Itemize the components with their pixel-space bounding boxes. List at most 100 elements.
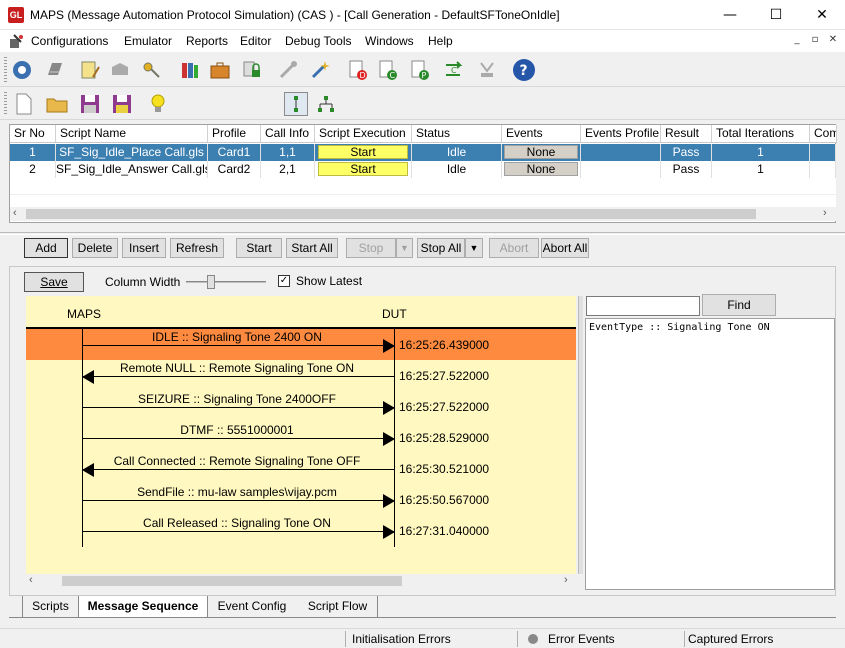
close-button[interactable]: ✕ bbox=[799, 0, 845, 30]
config-gear-icon[interactable] bbox=[10, 58, 34, 82]
mdi-minimize-button[interactable]: _ bbox=[788, 33, 806, 48]
mdi-close-button[interactable]: ✕ bbox=[824, 33, 842, 48]
event-label[interactable]: Call Connected :: Remote Signaling Tone … bbox=[82, 454, 392, 468]
vertical-layout-icon[interactable] bbox=[284, 92, 308, 116]
sequence-vertical-scrollbar[interactable] bbox=[578, 296, 583, 574]
grid-horizontal-scrollbar[interactable]: ‹ › bbox=[10, 207, 836, 221]
wand-icon[interactable] bbox=[308, 58, 332, 82]
status-error-events[interactable]: Error Events bbox=[548, 632, 615, 646]
tab-event-config[interactable]: Event Config bbox=[210, 596, 294, 618]
help-icon[interactable]: ? bbox=[512, 58, 536, 82]
lightbulb-icon[interactable] bbox=[146, 92, 170, 116]
stop-dropdown-icon[interactable]: ▼ bbox=[396, 238, 413, 258]
save-as-icon[interactable] bbox=[110, 92, 134, 116]
tab-message-sequence[interactable]: Message Sequence bbox=[78, 596, 208, 618]
p-document-icon[interactable]: P bbox=[408, 58, 432, 82]
save-disk-icon[interactable] bbox=[78, 92, 102, 116]
event-label[interactable]: SEIZURE :: Signaling Tone 2400OFF bbox=[82, 392, 392, 406]
scroll-right-icon[interactable]: › bbox=[823, 207, 827, 219]
column-header-total-iterations[interactable]: Total Iterations bbox=[712, 125, 810, 143]
add-button[interactable]: Add bbox=[24, 238, 68, 258]
tab-script-flow[interactable]: Script Flow bbox=[298, 596, 378, 618]
menu-editor[interactable]: Editor bbox=[240, 34, 271, 48]
column-header-script-execution[interactable]: Script Execution bbox=[315, 125, 412, 143]
app-menu-icon[interactable] bbox=[8, 33, 24, 49]
key-icon[interactable] bbox=[140, 58, 164, 82]
sequence-horizontal-scrollbar[interactable]: ‹ › bbox=[26, 574, 582, 588]
abort-all-button[interactable]: Abort All bbox=[541, 238, 589, 258]
probe-icon[interactable] bbox=[276, 58, 300, 82]
event-label[interactable]: IDLE :: Signaling Tone 2400 ON bbox=[82, 330, 392, 344]
delete-button[interactable]: Delete bbox=[72, 238, 118, 258]
column-header-events[interactable]: Events bbox=[502, 125, 581, 143]
briefcase-icon[interactable] bbox=[208, 58, 232, 82]
event-label[interactable]: Remote NULL :: Remote Signaling Tone ON bbox=[82, 361, 392, 375]
books-icon[interactable] bbox=[178, 58, 202, 82]
refresh-button[interactable]: Refresh bbox=[170, 238, 224, 258]
event-timestamp: 16:25:26.439000 bbox=[399, 338, 490, 352]
minimize-button[interactable]: — bbox=[707, 0, 753, 30]
notebook-icon[interactable] bbox=[43, 58, 67, 82]
call-connect-icon[interactable]: C bbox=[442, 58, 466, 82]
event-timestamp: 16:27:31.040000 bbox=[399, 524, 490, 538]
disconnect-icon[interactable] bbox=[475, 58, 499, 82]
message-icon[interactable] bbox=[108, 58, 132, 82]
start-script-button[interactable]: Start bbox=[318, 162, 408, 176]
column-header-comp[interactable]: Comp bbox=[810, 125, 837, 143]
column-header-events-profile[interactable]: Events Profile bbox=[581, 125, 661, 143]
menu-configurations[interactable]: Configurations bbox=[31, 34, 108, 48]
splitter[interactable] bbox=[0, 232, 845, 235]
tab-scripts[interactable]: Scripts bbox=[22, 596, 78, 618]
start-button[interactable]: Start bbox=[236, 238, 282, 258]
menu-emulator[interactable]: Emulator bbox=[124, 34, 172, 48]
scroll-thumb[interactable] bbox=[26, 209, 756, 219]
maximize-button[interactable]: ☐ bbox=[753, 0, 799, 30]
c-document-icon[interactable]: C bbox=[376, 58, 400, 82]
events-none-button[interactable]: None bbox=[504, 145, 578, 159]
cell-events-profile bbox=[581, 144, 661, 161]
mdi-restore-button[interactable]: ▫ bbox=[806, 33, 824, 48]
column-header-profile[interactable]: Profile bbox=[208, 125, 261, 143]
open-folder-icon[interactable] bbox=[46, 92, 70, 116]
stop-all-button[interactable]: Stop All bbox=[417, 238, 465, 258]
column-header-srno[interactable]: Sr No bbox=[10, 125, 56, 143]
status-captured-errors[interactable]: Captured Errors bbox=[688, 632, 773, 646]
column-header-status[interactable]: Status bbox=[412, 125, 502, 143]
lock-icon[interactable] bbox=[240, 58, 264, 82]
stop-button[interactable]: Stop bbox=[346, 238, 396, 258]
new-file-icon[interactable] bbox=[12, 92, 36, 116]
find-input[interactable] bbox=[586, 296, 700, 316]
tree-layout-icon[interactable] bbox=[314, 92, 338, 116]
scroll-thumb[interactable] bbox=[62, 576, 402, 586]
show-latest-checkbox[interactable]: ✓ bbox=[278, 275, 290, 287]
cell-total-iterations: 1 bbox=[712, 161, 810, 178]
scroll-left-icon[interactable]: ‹ bbox=[13, 207, 17, 219]
events-none-button[interactable]: None bbox=[504, 162, 578, 176]
column-width-slider-thumb[interactable] bbox=[207, 275, 215, 289]
column-header-result[interactable]: Result bbox=[661, 125, 712, 143]
column-header-script-name[interactable]: Script Name bbox=[56, 125, 208, 143]
scroll-left-icon[interactable]: ‹ bbox=[29, 574, 33, 586]
start-script-button[interactable]: Start bbox=[318, 145, 408, 159]
script-edit-icon[interactable] bbox=[78, 58, 102, 82]
find-button[interactable]: Find bbox=[702, 294, 776, 316]
menu-windows[interactable]: Windows bbox=[365, 34, 414, 48]
save-sequence-button[interactable]: Save bbox=[24, 272, 84, 292]
event-label[interactable]: DTMF :: 5551000001 bbox=[82, 423, 392, 437]
menu-reports[interactable]: Reports bbox=[186, 34, 228, 48]
sequence-diagram: MAPS DUT IDLE :: Signaling Tone 2400 ON 1… bbox=[26, 296, 576, 574]
abort-button[interactable]: Abort bbox=[489, 238, 539, 258]
d-document-icon[interactable]: D bbox=[346, 58, 370, 82]
stop-all-dropdown-icon[interactable]: ▼ bbox=[465, 238, 483, 258]
scroll-right-icon[interactable]: › bbox=[564, 574, 568, 586]
event-label[interactable]: SendFile :: mu-law samples\vijay.pcm bbox=[82, 485, 392, 499]
event-timestamp: 16:25:30.521000 bbox=[399, 462, 490, 476]
column-header-call-info[interactable]: Call Info bbox=[261, 125, 315, 143]
start-all-button[interactable]: Start All bbox=[286, 238, 338, 258]
insert-button[interactable]: Insert bbox=[122, 238, 166, 258]
status-init-errors[interactable]: Initialisation Errors bbox=[352, 632, 451, 646]
menu-debug-tools[interactable]: Debug Tools bbox=[285, 34, 352, 48]
menu-help[interactable]: Help bbox=[428, 34, 453, 48]
event-label[interactable]: Call Released :: Signaling Tone ON bbox=[82, 516, 392, 530]
column-width-slider[interactable] bbox=[186, 281, 266, 283]
